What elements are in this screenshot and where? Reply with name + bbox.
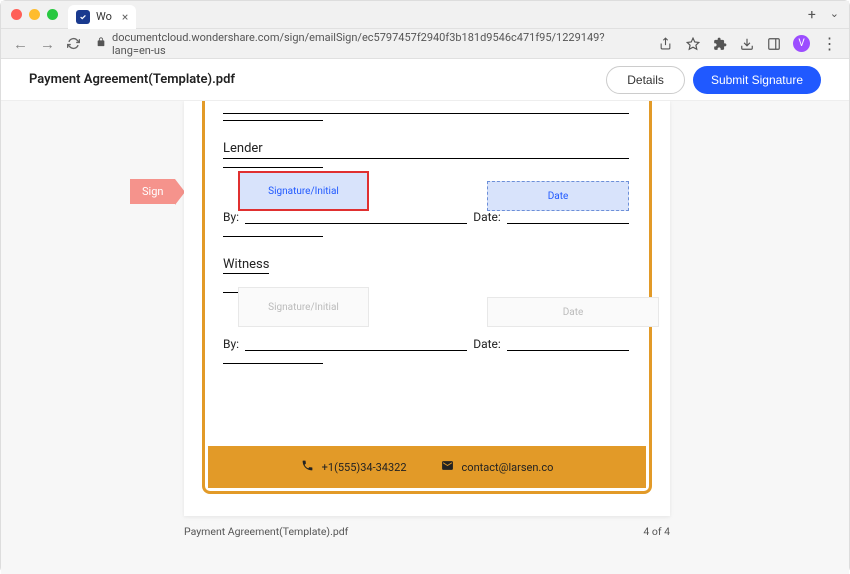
document-page: Lender Signature/Initial Date By: Date: — [184, 101, 670, 516]
witness-label: Witness — [223, 257, 269, 274]
signature-field-label: Signature/Initial — [268, 186, 339, 197]
date-field-inactive: Date — [487, 297, 659, 327]
status-filename: Payment Agreement(Template).pdf — [184, 525, 348, 538]
download-icon[interactable] — [739, 36, 754, 51]
email-icon — [441, 459, 454, 475]
sign-here-tag[interactable]: Sign — [130, 179, 175, 204]
avatar-letter: V — [798, 38, 804, 49]
signature-field-label: Signature/Initial — [268, 302, 339, 313]
signature-line — [245, 210, 467, 224]
footer-phone: +1(555)34-34322 — [301, 459, 407, 475]
phone-text: +1(555)34-34322 — [322, 461, 407, 474]
minimize-window-button[interactable] — [29, 9, 40, 20]
date-field-active[interactable]: Date — [487, 181, 629, 211]
details-button[interactable]: Details — [606, 66, 685, 94]
lock-icon — [96, 37, 106, 50]
extensions-icon[interactable] — [712, 36, 727, 51]
panel-icon[interactable] — [766, 36, 781, 51]
address-bar[interactable]: documentcloud.wondershare.com/sign/email… — [92, 31, 646, 57]
date-label: Date: — [473, 337, 501, 351]
document-border: Lender Signature/Initial Date By: Date: — [202, 101, 652, 494]
footer-email: contact@larsen.co — [441, 459, 554, 475]
document-viewport[interactable]: Sign Lender Signature/Initial Date — [1, 101, 849, 574]
sign-tag-label: Sign — [142, 185, 163, 198]
signature-field-inactive: Signature/Initial — [238, 287, 369, 327]
signature-field-active[interactable]: Signature/Initial — [238, 171, 369, 211]
star-icon[interactable] — [685, 36, 700, 51]
date-line — [507, 210, 629, 224]
lender-signature-row: By: Date: — [223, 210, 629, 224]
profile-avatar[interactable]: V — [793, 35, 810, 52]
line — [223, 363, 323, 364]
witness-signature-row: By: Date: — [223, 337, 629, 351]
share-icon[interactable] — [658, 36, 673, 51]
line — [223, 167, 323, 168]
tab-favicon — [76, 10, 90, 24]
phone-icon — [301, 459, 314, 475]
document-title: Payment Agreement(Template).pdf — [29, 72, 235, 87]
line — [223, 236, 323, 237]
window-controls — [11, 9, 58, 20]
by-label: By: — [223, 210, 239, 224]
email-text: contact@larsen.co — [462, 461, 554, 474]
date-field-label: Date — [548, 191, 569, 202]
date-field-label: Date — [563, 307, 584, 318]
line — [223, 113, 629, 114]
document-content: Lender Signature/Initial Date By: Date: — [223, 101, 629, 431]
date-label: Date: — [473, 210, 501, 224]
forward-button[interactable]: → — [40, 35, 55, 53]
document-footer: +1(555)34-34322 contact@larsen.co — [208, 446, 646, 488]
browser-tab[interactable]: Wo × — [68, 5, 136, 29]
line — [223, 120, 323, 121]
browser-titlebar: Wo × + ⌄ — [1, 1, 849, 29]
status-bar: Payment Agreement(Template).pdf 4 of 4 — [184, 525, 670, 538]
tab-close-icon[interactable]: × — [122, 10, 128, 24]
menu-icon[interactable]: ⋮ — [822, 36, 837, 51]
page-indicator: 4 of 4 — [643, 525, 670, 538]
back-button[interactable]: ← — [13, 35, 28, 53]
submit-signature-button[interactable]: Submit Signature — [693, 66, 821, 94]
browser-toolbar: ← → documentcloud.wondershare.com/sign/e… — [1, 29, 849, 59]
chevron-down-icon[interactable]: ⌄ — [830, 7, 839, 23]
url-text: documentcloud.wondershare.com/sign/email… — [112, 31, 642, 57]
line — [223, 158, 629, 159]
reload-button[interactable] — [67, 37, 80, 50]
close-window-button[interactable] — [11, 9, 22, 20]
new-tab-button[interactable]: + — [808, 7, 816, 23]
by-label: By: — [223, 337, 239, 351]
date-line — [507, 337, 629, 351]
maximize-window-button[interactable] — [47, 9, 58, 20]
app-header: Payment Agreement(Template).pdf Details … — [1, 59, 849, 101]
lender-label: Lender — [223, 141, 263, 157]
tab-title: Wo — [96, 10, 112, 23]
signature-line — [245, 337, 467, 351]
